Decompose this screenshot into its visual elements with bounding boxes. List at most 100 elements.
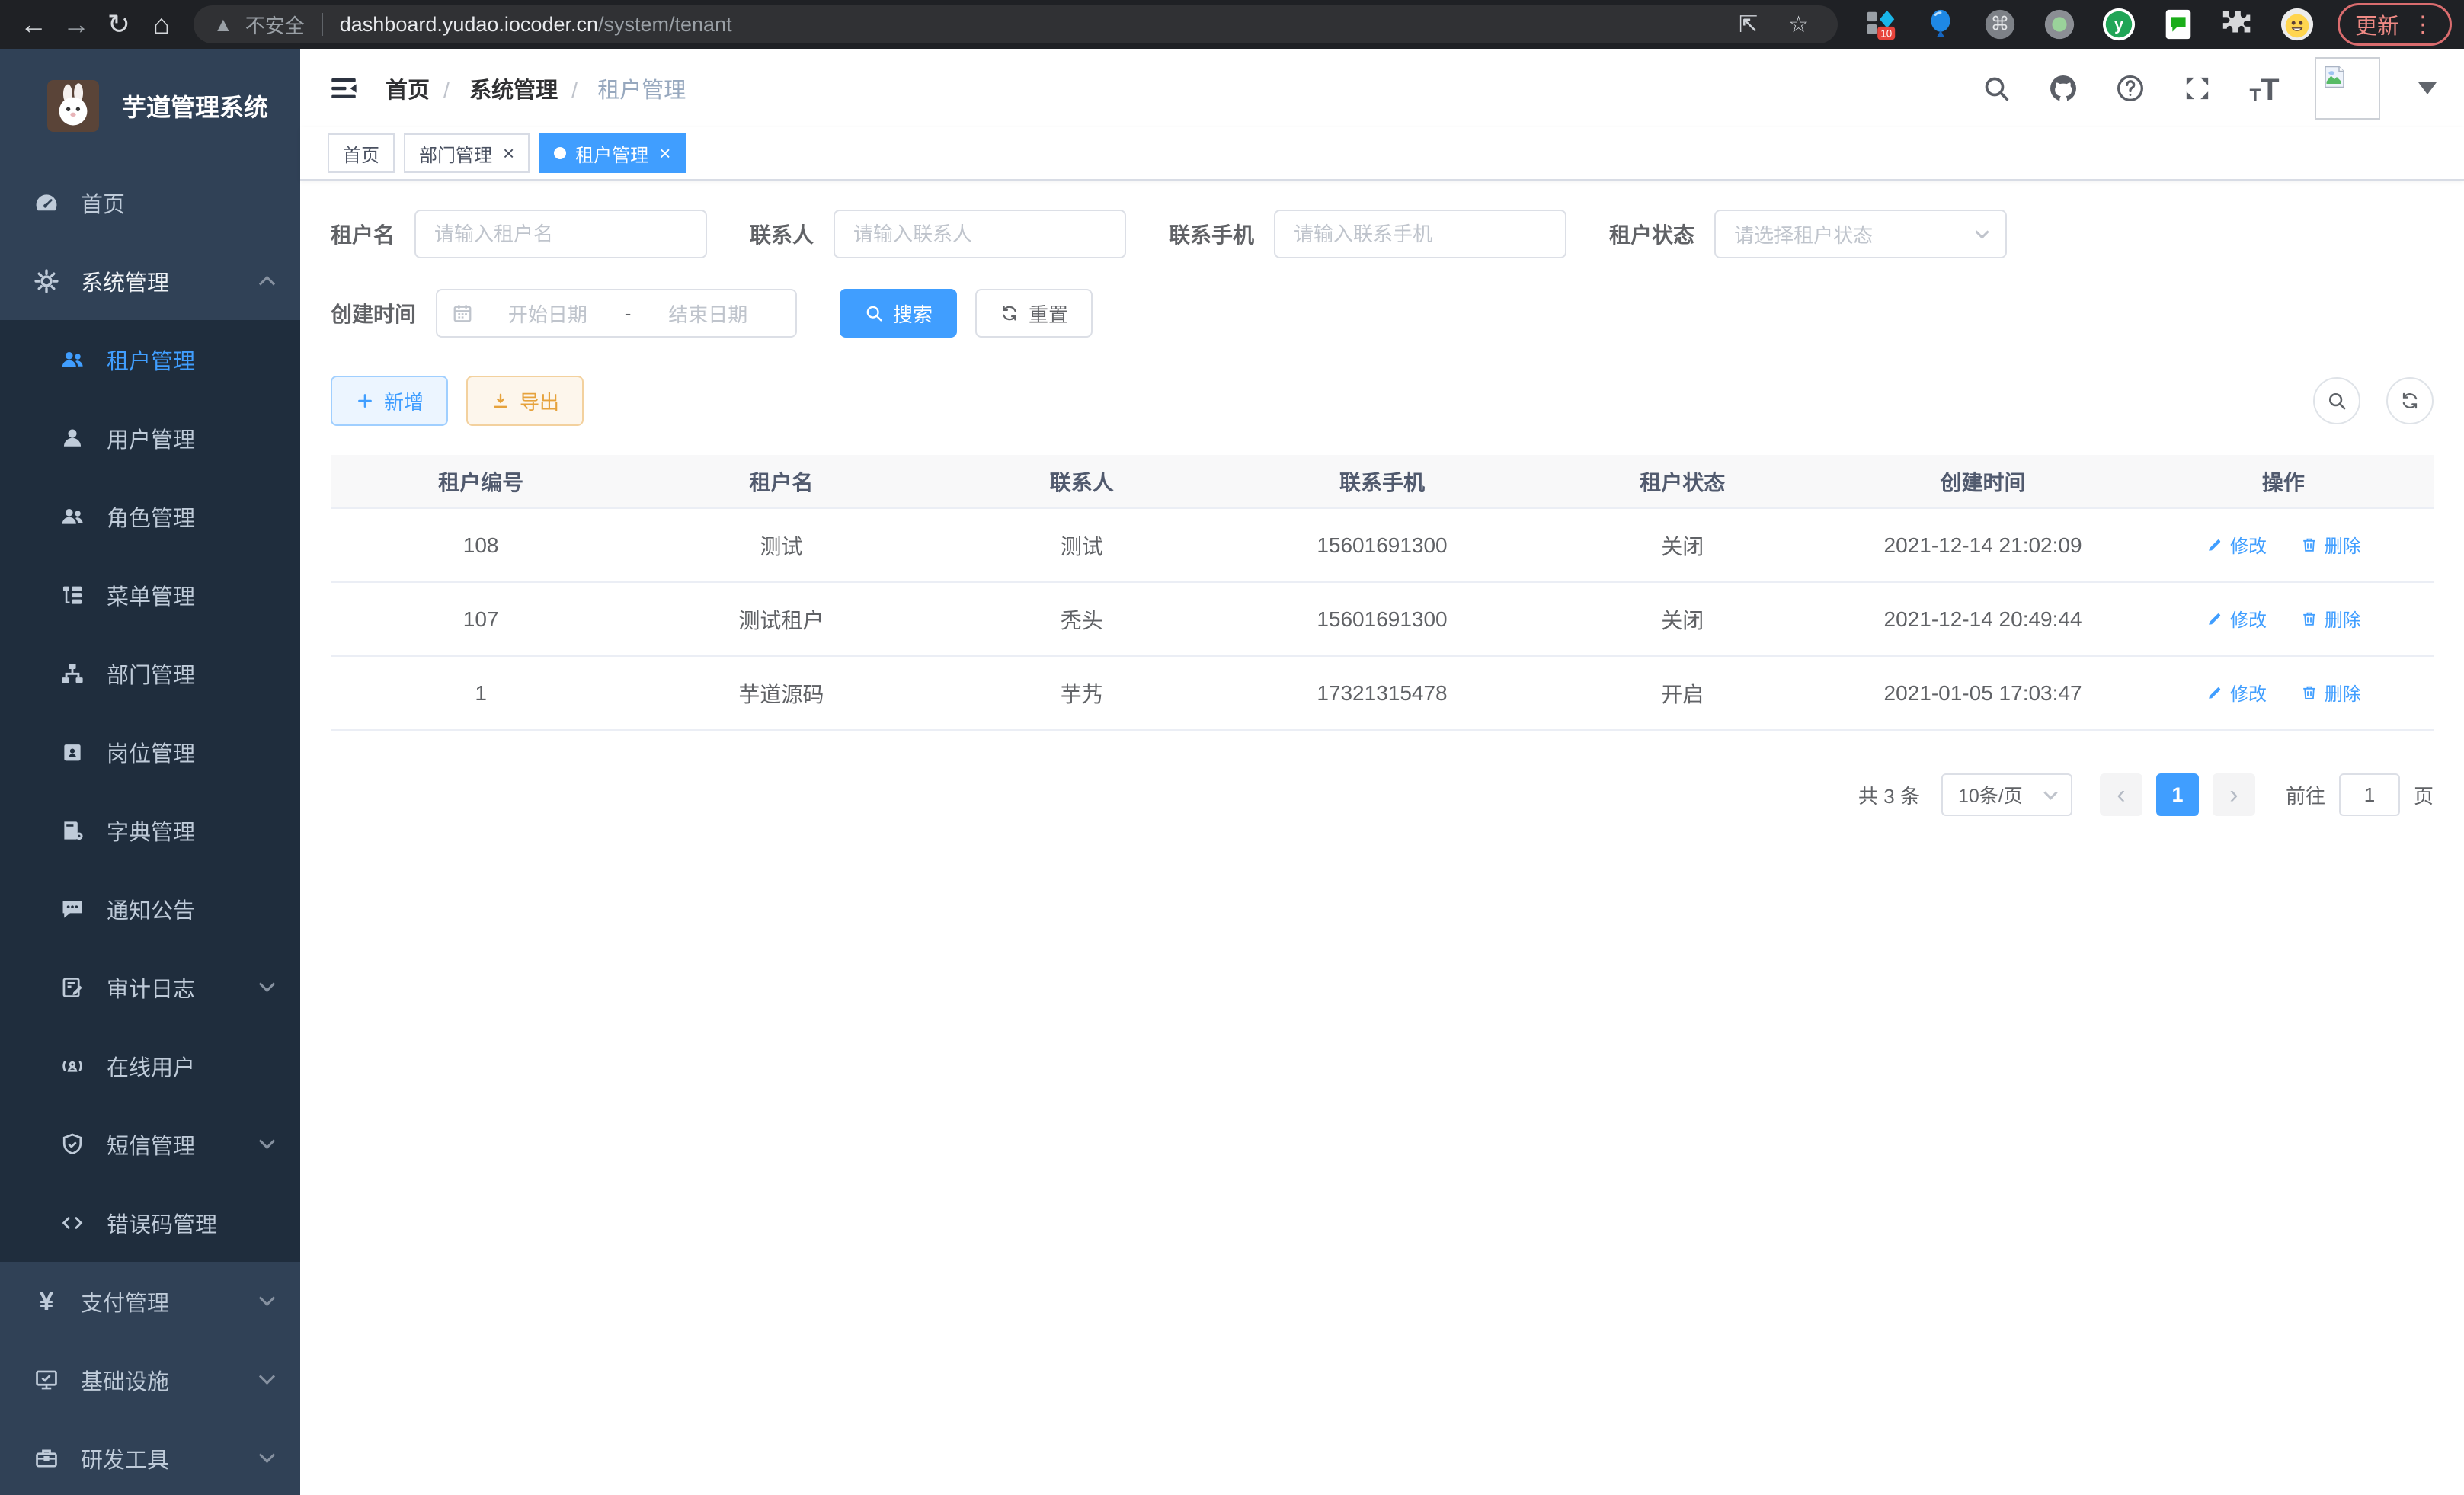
sidebar-item-9[interactable]: 通知公告 bbox=[0, 869, 300, 948]
menu-item-label: 系统管理 bbox=[81, 265, 169, 297]
help-icon[interactable] bbox=[2114, 72, 2147, 105]
menu-item-label: 短信管理 bbox=[107, 1128, 195, 1160]
contact-input[interactable] bbox=[834, 210, 1126, 258]
column-header: 租户编号 bbox=[331, 455, 631, 508]
sidebar-item-6[interactable]: 部门管理 bbox=[0, 634, 300, 712]
edit-icon bbox=[2206, 683, 2224, 702]
sidebar-item-8[interactable]: 字典管理 bbox=[0, 791, 300, 869]
calendar-icon bbox=[451, 302, 474, 325]
export-button[interactable]: 导出 bbox=[466, 376, 584, 426]
extensions-puzzle-icon[interactable] bbox=[2220, 7, 2255, 42]
tab-close-icon[interactable]: × bbox=[659, 143, 670, 163]
avatar-dropdown-icon[interactable] bbox=[2418, 82, 2437, 94]
total-count: 共 3 条 bbox=[1858, 781, 1920, 809]
browser-toolbar: ← → ↻ ⌂ ▲ 不安全 dashboard.yudao.iocoder.cn… bbox=[0, 0, 2464, 49]
reset-button[interactable]: 重置 bbox=[975, 289, 1093, 338]
cell-mobile: 15601691300 bbox=[1232, 508, 1532, 582]
cell-tenant-id: 1 bbox=[331, 656, 631, 730]
yen-icon: ¥ bbox=[32, 1287, 61, 1316]
delete-link[interactable]: 删除 bbox=[2300, 679, 2361, 706]
breadcrumb-item: 首页 bbox=[386, 72, 430, 104]
app-logo[interactable]: 芋道管理系统 bbox=[0, 49, 300, 163]
hide-search-button[interactable] bbox=[2313, 377, 2360, 424]
breadcrumb-link[interactable]: 首页 bbox=[386, 78, 430, 103]
tenant-name-input[interactable] bbox=[414, 210, 707, 258]
create-time-label: 创建时间 bbox=[331, 298, 416, 328]
search-icon[interactable] bbox=[1979, 72, 2013, 105]
goto-page-input[interactable] bbox=[2339, 773, 2400, 816]
address-bar[interactable]: ▲ 不安全 dashboard.yudao.iocoder.cn/system/… bbox=[194, 5, 1838, 43]
extension-balloon-icon[interactable] bbox=[1923, 7, 1958, 42]
sidebar-collapse-icon[interactable] bbox=[328, 72, 360, 104]
extension-command-icon[interactable]: ⌘ bbox=[1982, 7, 2018, 42]
search-button[interactable]: 搜索 bbox=[840, 289, 957, 338]
share-icon[interactable]: ⇱ bbox=[1730, 11, 1767, 38]
menu-item-label: 错误码管理 bbox=[107, 1207, 217, 1239]
sidebar-item-14[interactable]: ¥ 支付管理 bbox=[0, 1262, 300, 1340]
profile-avatar-icon[interactable] bbox=[2280, 7, 2315, 42]
browser-back-button[interactable]: ← bbox=[12, 3, 55, 46]
page-size-select[interactable]: 10条/页 bbox=[1941, 773, 2072, 816]
delete-link[interactable]: 删除 bbox=[2300, 605, 2361, 632]
sidebar-item-4[interactable]: 角色管理 bbox=[0, 477, 300, 555]
status-select-placeholder: 请选择租户状态 bbox=[1734, 220, 1977, 248]
tab-0[interactable]: 首页 bbox=[328, 133, 395, 173]
sidebar-item-0[interactable]: 首页 bbox=[0, 163, 300, 242]
breadcrumb-item: / 租户管理 bbox=[558, 72, 686, 104]
status-select[interactable]: 请选择租户状态 bbox=[1714, 210, 2007, 258]
top-navbar: 首页 / 系统管理 / 租户管理 TT bbox=[300, 49, 2464, 127]
edit-link[interactable]: 修改 bbox=[2206, 605, 2267, 632]
refresh-table-button[interactable] bbox=[2386, 377, 2434, 424]
add-button[interactable]: 新增 bbox=[331, 376, 448, 426]
edit-link[interactable]: 修改 bbox=[2206, 531, 2267, 558]
tab-close-icon[interactable]: × bbox=[503, 143, 514, 163]
current-page-button[interactable]: 1 bbox=[2156, 773, 2199, 816]
sidebar-item-16[interactable]: 研发工具 bbox=[0, 1419, 300, 1495]
plus-icon bbox=[355, 391, 375, 411]
user-avatar[interactable] bbox=[2315, 57, 2380, 120]
url-text: dashboard.yudao.iocoder.cn/system/tenant bbox=[340, 13, 732, 37]
sidebar-item-11[interactable]: 在线用户 bbox=[0, 1026, 300, 1105]
browser-reload-button[interactable]: ↻ bbox=[98, 3, 140, 46]
column-header: 操作 bbox=[2133, 455, 2434, 508]
next-page-button[interactable]: › bbox=[2213, 773, 2255, 816]
menu-item-label: 角色管理 bbox=[107, 501, 195, 533]
edit-link[interactable]: 修改 bbox=[2206, 679, 2267, 706]
sidebar-item-15[interactable]: 基础设施 bbox=[0, 1340, 300, 1419]
mobile-input[interactable] bbox=[1274, 210, 1566, 258]
table-row: 107 测试租户 秃头 15601691300 关闭 2021-12-14 20… bbox=[331, 582, 2434, 656]
extension-y-icon[interactable]: y bbox=[2101, 7, 2136, 42]
extension-grid-icon[interactable]: 10 bbox=[1864, 7, 1899, 42]
browser-update-button[interactable]: 更新 ⋮ bbox=[2338, 3, 2452, 46]
sidebar-item-10[interactable]: 审计日志 bbox=[0, 948, 300, 1026]
tab-1[interactable]: 部门管理 × bbox=[404, 133, 530, 173]
menu-item-label: 部门管理 bbox=[107, 658, 195, 690]
github-icon[interactable] bbox=[2046, 72, 2080, 105]
extension-recorder-icon[interactable] bbox=[2042, 7, 2077, 42]
log-icon bbox=[58, 973, 87, 1002]
sidebar-item-12[interactable]: 短信管理 bbox=[0, 1105, 300, 1183]
sidebar-item-1[interactable]: 系统管理 bbox=[0, 242, 300, 320]
delete-link[interactable]: 删除 bbox=[2300, 531, 2361, 558]
browser-forward-button[interactable]: → bbox=[55, 3, 98, 46]
sidebar-item-3[interactable]: 用户管理 bbox=[0, 399, 300, 477]
sidebar-item-5[interactable]: 菜单管理 bbox=[0, 555, 300, 634]
sidebar-item-13[interactable]: 错误码管理 bbox=[0, 1183, 300, 1262]
shield-icon bbox=[58, 1130, 87, 1159]
bookmark-star-icon[interactable]: ☆ bbox=[1779, 11, 1818, 38]
sidebar-item-2[interactable]: 租户管理 bbox=[0, 320, 300, 399]
url-path: /system/tenant bbox=[598, 13, 732, 36]
font-size-icon[interactable]: TT bbox=[2248, 72, 2281, 105]
browser-home-button[interactable]: ⌂ bbox=[140, 3, 183, 46]
tags-view-bar: 首页 部门管理 × 租户管理 × bbox=[300, 127, 2464, 181]
browser-menu-icon[interactable]: ⋮ bbox=[2411, 11, 2434, 38]
sidebar-item-7[interactable]: 岗位管理 bbox=[0, 712, 300, 791]
extension-chat-icon[interactable] bbox=[2161, 7, 2196, 42]
tab-2[interactable]: 租户管理 × bbox=[539, 133, 686, 173]
breadcrumb-link[interactable]: 系统管理 bbox=[469, 78, 558, 103]
menu-item-label: 菜单管理 bbox=[107, 579, 195, 611]
fullscreen-icon[interactable] bbox=[2181, 72, 2214, 105]
create-time-range-picker[interactable]: 开始日期 - 结束日期 bbox=[436, 289, 797, 338]
download-icon bbox=[491, 391, 510, 411]
prev-page-button[interactable]: ‹ bbox=[2100, 773, 2142, 816]
